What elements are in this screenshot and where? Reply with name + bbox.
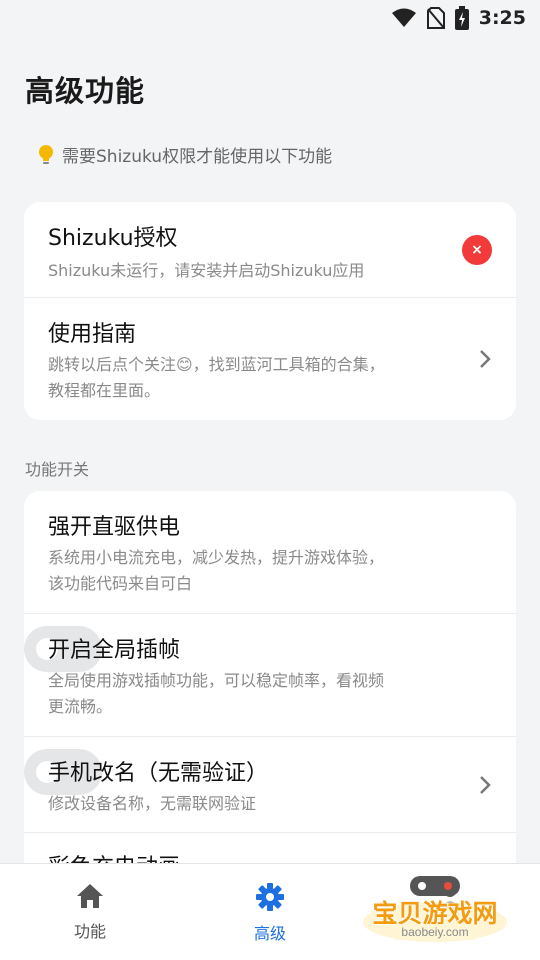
permission-tip: 需要Shizuku权限才能使用以下功能 bbox=[36, 142, 332, 167]
feature-row-rename[interactable]: 手机改名（无需验证） 修改设备名称，无需联网验证 bbox=[24, 737, 516, 833]
row-title: Shizuku授权 bbox=[48, 226, 178, 251]
row-desc: 修改设备名称，无需联网验证 bbox=[48, 794, 257, 813]
usage-guide-row[interactable]: 使用指南 跳转以后点个关注😊，找到蓝河工具箱的合集，教程都在里面。 bbox=[24, 298, 516, 420]
row-desc: 全局使用游戏插帧功能，可以稳定帧率，看视频更流畅。 bbox=[48, 671, 385, 716]
row-title: 开启全局插帧 bbox=[48, 638, 181, 663]
tip-text: 需要Shizuku权限才能使用以下功能 bbox=[62, 147, 333, 167]
nav-item-advanced[interactable]: 高级 bbox=[180, 864, 360, 960]
status-time: 3:25 bbox=[478, 7, 526, 29]
section-label: 功能开关 bbox=[25, 460, 90, 479]
nav-label: 高级 bbox=[253, 924, 286, 943]
feature-row-direct-power: 强开直驱供电 系统用小电流充电，减少发热，提升游戏体验，该功能代码来自可白 bbox=[24, 491, 516, 672]
row-title: 手机改名（无需验证） bbox=[48, 761, 269, 786]
row-title: 强开直驱供电 bbox=[48, 515, 181, 540]
feature-row-frame-interp: 开启全局插帧 全局使用游戏插帧功能，可以稳定帧率，看视频更流畅。 bbox=[24, 614, 516, 795]
battery-charging-icon bbox=[454, 6, 469, 30]
row-desc: 系统用小电流充电，减少发热，提升游戏体验，该功能代码来自可白 bbox=[48, 548, 385, 593]
nav-label: 功能 bbox=[73, 922, 106, 941]
no-sim-icon bbox=[426, 7, 445, 29]
row-desc: Shizuku未运行，请安装并启动Shizuku应用 bbox=[48, 261, 365, 280]
home-icon bbox=[77, 884, 103, 908]
chevron-right-icon bbox=[480, 350, 491, 368]
site-watermark: 宝贝游戏网 baobeiy.com bbox=[360, 872, 510, 944]
row-title: 使用指南 bbox=[48, 322, 137, 347]
auth-card: Shizuku授权 Shizuku未运行，请安装并启动Shizuku应用 × 使… bbox=[24, 202, 516, 420]
features-card: 强开直驱供电 系统用小电流充电，减少发热，提升游戏体验，该功能代码来自可白 开启… bbox=[24, 491, 516, 881]
watermark-url: baobeiy.com bbox=[390, 924, 480, 940]
nav-item-features[interactable]: 功能 bbox=[0, 864, 180, 960]
status-bar: 3:25 bbox=[0, 0, 540, 36]
close-icon: × bbox=[471, 241, 483, 258]
chevron-right-icon bbox=[480, 775, 491, 794]
page-title: 高级功能 bbox=[25, 74, 146, 108]
wifi-icon bbox=[391, 8, 416, 27]
lightbulb-icon bbox=[39, 144, 53, 164]
gear-icon bbox=[256, 883, 284, 911]
row-desc: 跳转以后点个关注😊，找到蓝河工具箱的合集，教程都在里面。 bbox=[48, 355, 385, 400]
error-badge: × bbox=[462, 234, 492, 265]
shizuku-auth-row[interactable]: Shizuku授权 Shizuku未运行，请安装并启动Shizuku应用 × bbox=[24, 202, 516, 298]
